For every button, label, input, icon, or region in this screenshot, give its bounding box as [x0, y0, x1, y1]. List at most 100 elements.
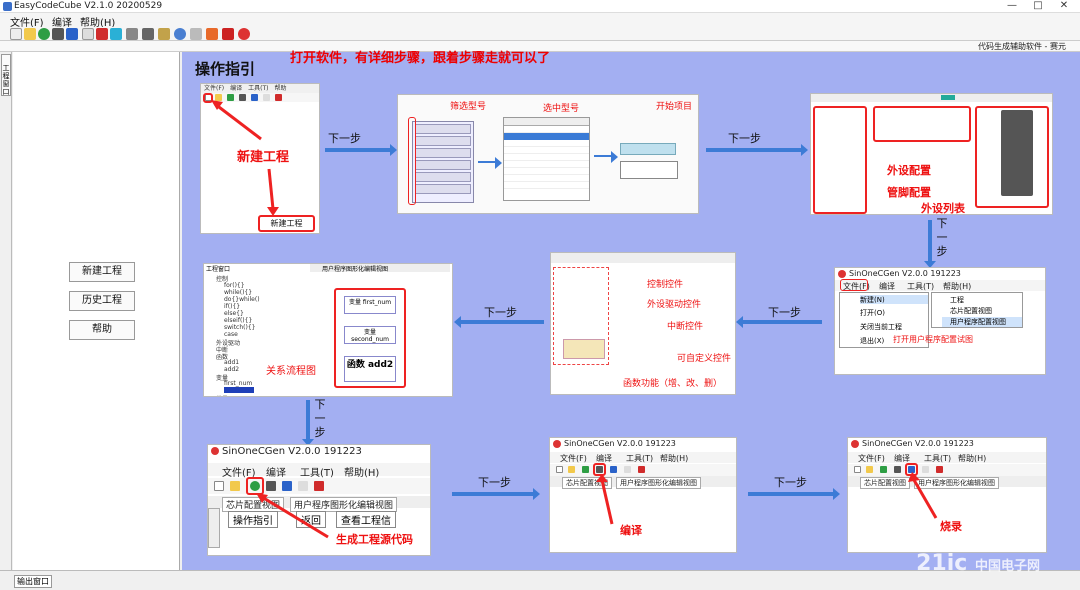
filter-highlight: [408, 117, 416, 205]
step-generate-source-image: SinOneCGen V2.0.0 191223 文件(F) 编译 工具(T) …: [207, 444, 431, 556]
arrow-step2: [706, 144, 808, 156]
close-button[interactable]: ✕: [1052, 0, 1076, 13]
step-select-model-image: 筛选型号 选中型号 开始项目: [397, 94, 699, 214]
peripheral-config-box: [873, 106, 971, 142]
copy-icon[interactable]: [82, 28, 94, 40]
chip-view-menu: [811, 94, 1052, 102]
arrow-step3: [924, 220, 936, 268]
operation-guide-panel: 操作指引 打开软件，有详细步骤，跟着步骤走就可以了 文件(F) 编译 工具(T)…: [182, 51, 1080, 570]
next-step-4: 下一步: [768, 306, 801, 319]
app-subtitle: 代码生成辅助软件 - 赛元: [978, 42, 1066, 51]
function-list: [563, 339, 605, 359]
tip-box: [620, 161, 678, 179]
next-step-7: 下一步: [478, 476, 511, 489]
chip-view-tab: [941, 95, 955, 100]
step-compile-image: SinOneCGen V2.0.0 191223 文件(F) 编译 工具(T) …: [549, 437, 737, 553]
new-submenu: 工程 芯片配置视图 用户程序配置视图: [931, 292, 1023, 328]
new-file-icon[interactable]: [10, 28, 22, 40]
generate-icon[interactable]: [38, 28, 50, 40]
left-dock-strip: 工程窗口: [0, 52, 12, 570]
label-interrupt-widget: 中断控件: [667, 322, 704, 332]
arrow-step8: [748, 488, 840, 500]
compile-icon[interactable]: [52, 28, 64, 40]
next-step-3: 下一步: [936, 217, 948, 258]
arrow-step7: [452, 488, 540, 500]
output-window-tab[interactable]: 输出窗口: [14, 575, 52, 588]
step-burn-image: SinOneCGen V2.0.0 191223 文件(F) 编译 工具(T) …: [847, 437, 1047, 553]
next-step-1: 下一步: [328, 132, 361, 145]
next-step-2: 下一步: [728, 132, 761, 145]
arrow-2b: [594, 151, 618, 163]
next-step-6: 下一步: [314, 398, 326, 439]
config-icon[interactable]: [206, 28, 218, 40]
menu-bar: 文件(F) 编译 帮助(H): [0, 13, 1080, 29]
flow-node-3: 函数 add2: [344, 356, 396, 382]
sinone-logo-icon[interactable]: [238, 28, 250, 40]
download-icon[interactable]: [66, 28, 78, 40]
maximize-button[interactable]: □: [1026, 0, 1050, 13]
new-project-button[interactable]: 新建工程: [69, 262, 135, 282]
next-step-8: 下一步: [774, 476, 807, 489]
label-compile: 编译: [620, 524, 642, 537]
burn-icon[interactable]: [96, 28, 108, 40]
step-chip-config-image: 外设配置 管脚配置 外设列表: [810, 93, 1053, 215]
sincgen-header: SinOneCGen V2.0.0 191223: [835, 268, 1045, 280]
label-peripheral-config: 外设配置: [887, 164, 931, 177]
chip-body: [1001, 110, 1033, 196]
history-project-button[interactable]: 历史工程: [69, 291, 135, 311]
step-open-user-view-image: SinOneCGen V2.0.0 191223 文件(F) 编译 工具(T) …: [834, 267, 1046, 375]
globe-icon[interactable]: [110, 28, 122, 40]
label-burn: 烧录: [940, 520, 962, 533]
app-icon: [3, 2, 12, 11]
chip-icon[interactable]: [142, 28, 154, 40]
watermark: 21ic 中国电子网: [916, 551, 1040, 576]
label-select-model: 选中型号: [543, 104, 580, 114]
label-open-user-view: 打开用户程序配置试图: [893, 335, 973, 344]
settings-icon[interactable]: [174, 28, 186, 40]
window-title: EasyCodeCube V2.1.0 20200529: [14, 1, 163, 11]
burn-pointer: [908, 472, 938, 519]
model-table: [503, 117, 590, 201]
label-gen-source: 生成工程源代码: [336, 533, 413, 546]
print-icon[interactable]: [126, 28, 138, 40]
start-project-button-preview: [620, 143, 676, 155]
arrow-step5: [454, 316, 544, 328]
step-new-project-image: 文件(F) 编译 工具(T) 帮助 新建工程 新建工程: [200, 83, 320, 234]
compile-pointer: [596, 474, 614, 525]
guide-banner: 打开软件，有详细步骤，跟着步骤走就可以了: [290, 51, 551, 66]
help-button[interactable]: 帮助: [69, 320, 135, 340]
arrow-2a: [478, 157, 502, 169]
label-function-ops: 函数功能（增、改、删）: [623, 379, 723, 389]
next-step-5: 下一步: [484, 306, 517, 319]
widget-toolbar: [551, 253, 735, 263]
label-new-project: 新建工程: [237, 150, 290, 165]
new-project-btn-preview: 新建工程: [258, 215, 315, 232]
tool-icon[interactable]: [158, 28, 170, 40]
filter-list: [412, 121, 474, 203]
toolbar: [0, 27, 1080, 41]
project-window-tab[interactable]: 工程窗口: [1, 54, 11, 96]
start-panel: 新建工程 历史工程 帮助: [13, 52, 180, 570]
pdf-icon[interactable]: [222, 28, 234, 40]
open-folder-icon[interactable]: [24, 28, 36, 40]
label-peripheral-driver: 外设驱动控件: [647, 300, 702, 310]
label-peripheral-list: 外设列表: [921, 202, 965, 215]
label-start-project: 开始项目: [656, 102, 693, 112]
arrow-step1: [325, 144, 397, 156]
selected-tree-item: [224, 387, 254, 393]
guide-title: 操作指引: [195, 60, 256, 78]
file-menu-highlight: [840, 279, 868, 291]
label-custom-widget: 可自定义控件: [677, 354, 732, 364]
arrow-step4: [736, 316, 822, 328]
widget-tree-list: 控制 for(){} while(){} do{}while() if(){} …: [208, 274, 304, 396]
label-flowchart: 关系流程图: [266, 366, 316, 377]
flow-node-1: 变量 first_num: [344, 296, 396, 314]
step-widgets-image: 控制控件 外设驱动控件 中断控件 可自定义控件 函数功能（增、改、删）: [550, 252, 736, 395]
arrow-step6: [302, 400, 314, 446]
doc-icon[interactable]: [190, 28, 202, 40]
title-bar: EasyCodeCube V2.1.0 20200529 — □ ✕: [0, 0, 1080, 13]
label-control-widget: 控制控件: [647, 280, 684, 290]
label-pin-config: 管脚配置: [887, 186, 931, 199]
flow-node-2: 变量 second_num: [344, 326, 396, 344]
minimize-button[interactable]: —: [1000, 0, 1024, 13]
